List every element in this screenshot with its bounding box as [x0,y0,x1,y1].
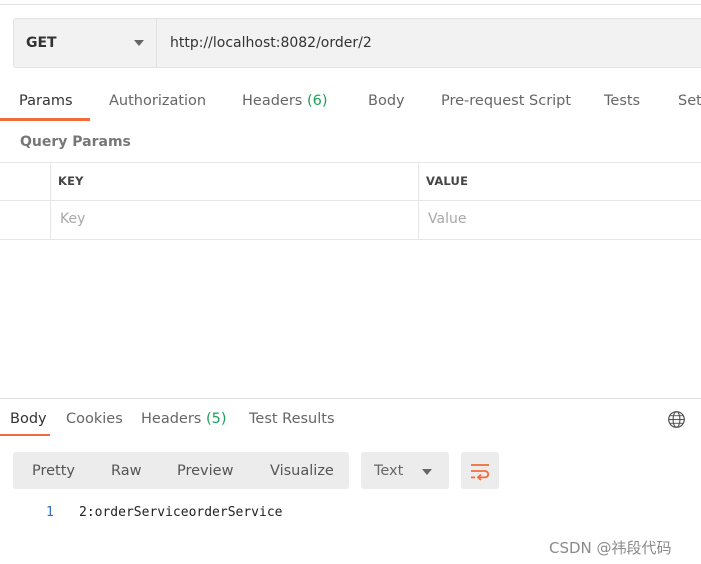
response-tab-test-results[interactable]: Test Results [249,411,335,427]
response-tab-body[interactable]: Body [10,411,47,427]
view-mode-group: Pretty Raw Preview Visualize [13,452,349,489]
method-select[interactable]: GET [14,19,157,67]
response-tab-headers[interactable]: Headers (5) [141,411,227,427]
tab-tests[interactable]: Tests [604,93,640,109]
wrap-lines-button[interactable] [461,452,499,489]
view-pretty-button[interactable]: Pretty [32,463,75,479]
response-tab-cookies[interactable]: Cookies [66,411,123,427]
format-label: Text [374,463,404,479]
chevron-down-icon [134,40,144,46]
request-bar: GET http://localhost:8082/order/2 [13,18,701,68]
tab-params[interactable]: Params [19,93,73,109]
active-tab-indicator [0,118,90,121]
view-preview-button[interactable]: Preview [177,463,233,479]
column-header-key: KEY [58,174,84,188]
wrap-lines-icon [471,464,490,481]
line-number: 1 [46,505,54,520]
tab-prerequest-script[interactable]: Pre-request Script [441,93,571,109]
table-border-mid [0,200,701,201]
format-select[interactable]: Text [361,452,449,489]
tab-body[interactable]: Body [368,93,405,109]
method-label: GET [26,35,57,51]
query-params-title: Query Params [20,134,131,150]
tab-authorization[interactable]: Authorization [109,93,206,109]
table-border-top [0,162,701,163]
chevron-down-icon [422,469,432,475]
table-col-divider [418,162,419,240]
url-input[interactable]: http://localhost:8082/order/2 [170,35,372,51]
globe-icon[interactable] [667,410,686,429]
table-col-divider [50,162,51,240]
watermark: CSDN @祎段代码 [549,539,672,557]
table-border-bottom [0,239,701,240]
top-border [0,4,701,5]
view-raw-button[interactable]: Raw [111,463,142,479]
column-header-value: VALUE [426,174,469,188]
tab-headers-label: Headers [242,93,303,109]
view-visualize-button[interactable]: Visualize [270,463,334,479]
key-input[interactable]: Key [60,211,85,227]
headers-count-badge: (6) [306,93,328,109]
active-response-tab-indicator [0,434,50,436]
value-input[interactable]: Value [428,211,466,227]
response-body-text: 2:orderServiceorderService [79,505,283,520]
pane-divider[interactable] [0,398,701,399]
tab-settings[interactable]: Set [678,93,701,109]
response-tab-headers-label: Headers [141,411,202,427]
tab-headers[interactable]: Headers (6) [242,93,328,109]
response-headers-count-badge: (5) [205,411,227,427]
